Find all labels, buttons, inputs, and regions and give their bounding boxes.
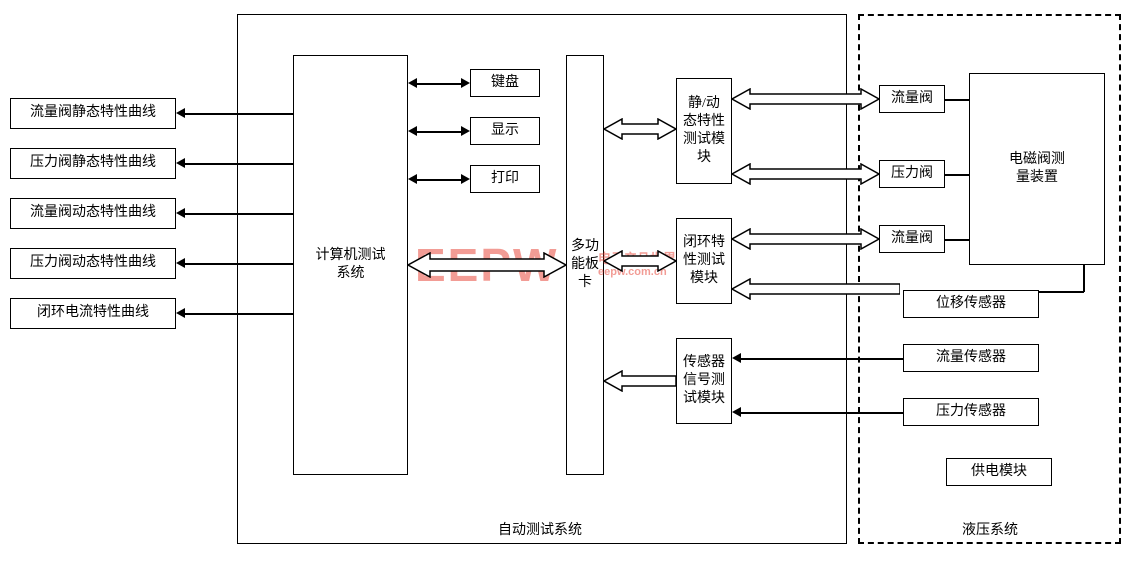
sensor-label: 压力传感器 [936, 403, 1006, 421]
output-flow-valve-static: 流量阀静态特性曲线 [10, 98, 176, 129]
sensor-displacement: 位移传感器 [903, 290, 1039, 318]
arrow-line [414, 131, 464, 133]
computer-test-system-label: 计算机测试 系统 [316, 247, 386, 283]
output-label: 压力阀动态特性曲线 [30, 254, 156, 272]
output-closed-loop-current: 闭环电流特性曲线 [10, 298, 176, 329]
open-double-arrow-icon [732, 88, 879, 110]
arrow-line [414, 179, 464, 181]
valve-label: 流量阀 [891, 230, 933, 248]
peripheral-label: 打印 [491, 170, 519, 188]
power-label: 供电模块 [971, 463, 1027, 481]
arrow-line [185, 113, 293, 115]
arrow-line [185, 263, 293, 265]
arrow-head-left-icon [176, 258, 185, 268]
arrow-head-left-icon [408, 126, 417, 136]
open-double-arrow-icon [604, 118, 676, 140]
solenoid-label: 电磁阀测 量装置 [1009, 151, 1065, 187]
output-label: 流量阀动态特性曲线 [30, 204, 156, 222]
module-label: 静/动 态特性 测试模 块 [683, 95, 725, 168]
arrow-line [740, 412, 903, 414]
arrow-head-left-icon [176, 208, 185, 218]
sensor-pressure: 压力传感器 [903, 398, 1039, 426]
peripheral-display: 显示 [470, 117, 540, 145]
sensor-flow: 流量传感器 [903, 344, 1039, 372]
arrow-line [185, 313, 293, 315]
multifunction-card: 多功 能板 卡 [566, 55, 604, 475]
arrow-head-right-icon [461, 174, 470, 184]
peripheral-print: 打印 [470, 165, 540, 193]
arrow-head-right-icon [461, 126, 470, 136]
peripheral-label: 键盘 [491, 74, 519, 92]
open-double-arrow-icon [604, 250, 676, 272]
arrow-line [945, 174, 969, 176]
module-label: 闭环特 性测试 模块 [683, 234, 725, 289]
output-pressure-valve-dynamic: 压力阀动态特性曲线 [10, 248, 176, 279]
auto-test-system-label: 自动测试系统 [450, 519, 630, 539]
power-module: 供电模块 [946, 458, 1052, 486]
sensor-label: 位移传感器 [936, 295, 1006, 313]
open-arrow-left-icon [732, 278, 900, 300]
connector-line [1083, 265, 1085, 292]
arrow-line [414, 83, 464, 85]
module-static-dynamic: 静/动 态特性 测试模 块 [676, 78, 732, 184]
arrow-line [185, 213, 293, 215]
open-double-arrow-icon [732, 163, 879, 185]
arrow-head-left-icon [408, 78, 417, 88]
open-double-arrow-icon [408, 252, 566, 278]
peripheral-label: 显示 [491, 122, 519, 140]
arrow-head-left-icon [732, 353, 741, 363]
arrow-line [1039, 291, 1084, 293]
output-label: 流量阀静态特性曲线 [30, 104, 156, 122]
module-sensor-signal: 传感器 信号测 试模块 [676, 338, 732, 424]
arrow-head-left-icon [176, 158, 185, 168]
module-label: 传感器 信号测 试模块 [683, 354, 725, 409]
output-label: 压力阀静态特性曲线 [30, 154, 156, 172]
valve-pressure: 压力阀 [879, 160, 945, 188]
hydraulic-system-label: 液压系统 [930, 519, 1050, 539]
solenoid-measure-device: 电磁阀测 量装置 [969, 73, 1105, 265]
output-flow-valve-dynamic: 流量阀动态特性曲线 [10, 198, 176, 229]
arrow-head-left-icon [408, 174, 417, 184]
arrow-line [945, 99, 969, 101]
output-label: 闭环电流特性曲线 [37, 304, 149, 322]
arrow-line [740, 358, 903, 360]
valve-label: 流量阀 [891, 90, 933, 108]
arrow-head-left-icon [176, 308, 185, 318]
valve-flow-1: 流量阀 [879, 85, 945, 113]
arrow-head-left-icon [176, 108, 185, 118]
output-pressure-valve-static: 压力阀静态特性曲线 [10, 148, 176, 179]
peripheral-keyboard: 键盘 [470, 69, 540, 97]
open-arrow-left-icon [604, 370, 676, 392]
valve-flow-2: 流量阀 [879, 225, 945, 253]
multifunction-card-label: 多功 能板 卡 [571, 238, 599, 293]
arrow-head-left-icon [732, 407, 741, 417]
valve-label: 压力阀 [891, 165, 933, 183]
computer-test-system: 计算机测试 系统 [293, 55, 408, 475]
open-double-arrow-icon [732, 228, 879, 250]
sensor-label: 流量传感器 [936, 349, 1006, 367]
arrow-line [945, 239, 969, 241]
arrow-head-right-icon [461, 78, 470, 88]
arrow-line [185, 163, 293, 165]
module-closed-loop: 闭环特 性测试 模块 [676, 218, 732, 304]
